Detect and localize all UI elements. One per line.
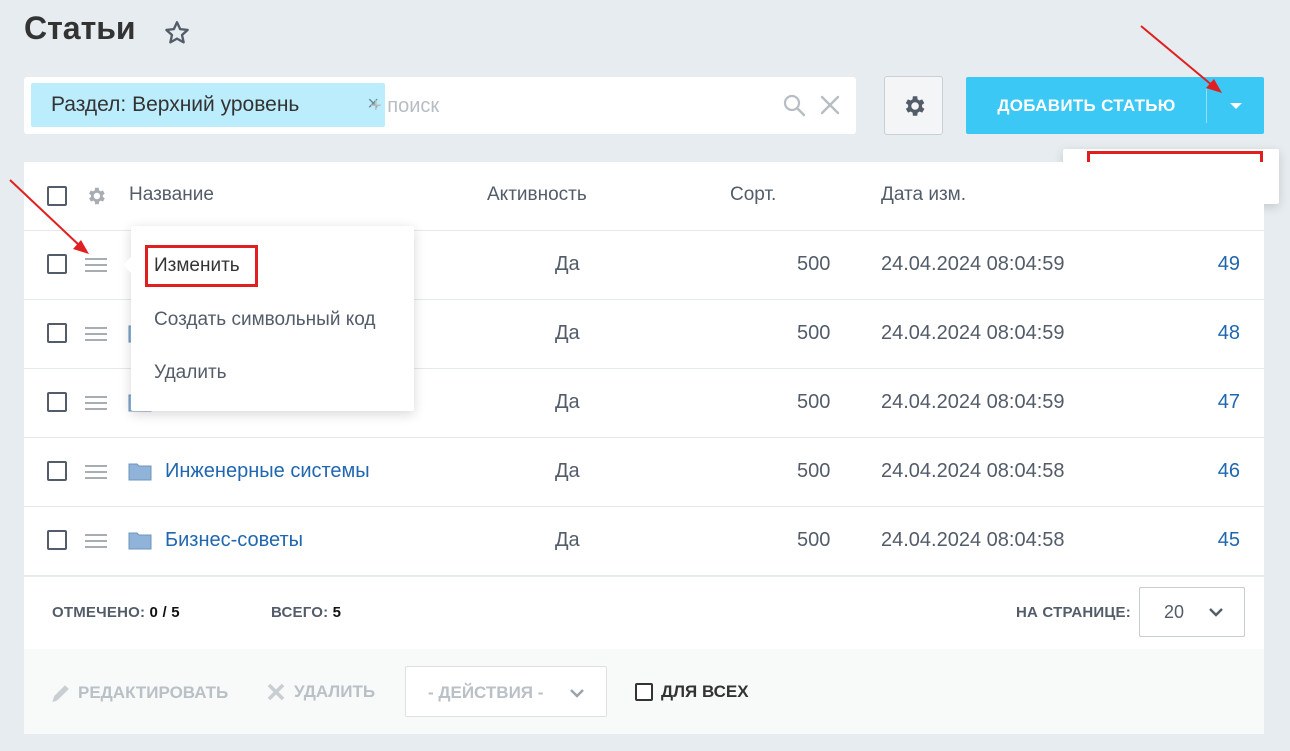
- row-checkbox[interactable]: [47, 461, 67, 481]
- context-menu-pointer: [123, 256, 132, 274]
- clear-icon[interactable]: [819, 94, 841, 116]
- actions-select-label: - ДЕЙСТВИЯ -: [428, 683, 544, 702]
- edit-action-button[interactable]: РЕДАКТИРОВАТЬ: [50, 682, 228, 704]
- row-menu-icon[interactable]: [85, 463, 107, 481]
- context-menu-delete[interactable]: Удалить: [154, 362, 227, 384]
- grid-header: Название Активность Сорт. Дата изм.: [24, 162, 1264, 231]
- row-menu-icon[interactable]: [85, 394, 107, 412]
- row-sort: 500: [797, 529, 831, 551]
- row-date: 24.04.2024 08:04:59: [881, 391, 1065, 413]
- row-id-link[interactable]: 48: [1218, 322, 1240, 345]
- per-page-select[interactable]: 20: [1139, 587, 1245, 637]
- add-article-label[interactable]: ДОБАВИТЬ СТАТЬЮ: [966, 77, 1207, 134]
- add-dropdown-toggle[interactable]: [1207, 77, 1264, 134]
- for-all-label: ДЛЯ ВСЕХ: [661, 682, 749, 701]
- total-label: ВСЕГО:: [271, 604, 329, 621]
- row-id-link[interactable]: 49: [1218, 253, 1240, 276]
- column-header-active[interactable]: Активность: [487, 184, 587, 206]
- filter-tag[interactable]: Раздел: Верхний уровень ×: [31, 83, 385, 127]
- filter-tag-label: Раздел: Верхний уровень: [51, 93, 300, 116]
- delete-action-button[interactable]: УДАЛИТЬ: [266, 682, 375, 702]
- delete-action-label: УДАЛИТЬ: [294, 682, 376, 701]
- row-name-link[interactable]: Бизнес-советы: [165, 529, 303, 552]
- action-bar: РЕДАКТИРОВАТЬ УДАЛИТЬ - ДЕЙСТВИЯ - ДЛЯ В…: [24, 649, 1264, 734]
- row-context-menu: Изменить Создать символьный код Удалить: [123, 226, 414, 411]
- folder-icon: [128, 532, 152, 550]
- row-active: Да: [555, 529, 580, 551]
- per-page-value: 20: [1164, 602, 1185, 622]
- row-date: 24.04.2024 08:04:58: [881, 529, 1065, 551]
- row-date: 24.04.2024 08:04:59: [881, 322, 1065, 344]
- row-menu-icon[interactable]: [85, 256, 107, 274]
- pencil-icon: [52, 685, 69, 702]
- row-active: Да: [555, 253, 580, 275]
- row-sort: 500: [797, 322, 831, 344]
- table-row[interactable]: Инженерные системы Да 500 24.04.2024 08:…: [24, 438, 1264, 507]
- settings-button[interactable]: [884, 76, 943, 135]
- total-counter: ВСЕГО: 5: [271, 604, 341, 621]
- grid-footer: ОТМЕЧЕНО: 0 / 5 ВСЕГО: 5 НА СТРАНИЦЕ: 20: [24, 577, 1264, 649]
- context-menu-create-code[interactable]: Создать символьный код: [154, 309, 375, 331]
- row-id-link[interactable]: 47: [1218, 391, 1240, 414]
- row-active: Да: [555, 391, 580, 413]
- row-menu-icon[interactable]: [85, 325, 107, 343]
- row-checkbox[interactable]: [47, 530, 67, 550]
- select-all-checkbox[interactable]: [47, 186, 67, 206]
- star-icon[interactable]: [163, 19, 191, 47]
- row-active: Да: [555, 322, 580, 344]
- row-sort: 500: [797, 460, 831, 482]
- row-sort: 500: [797, 391, 831, 413]
- filter-bar: Раздел: Верхний уровень ×: [24, 77, 856, 134]
- search-icon[interactable]: [782, 93, 806, 117]
- row-menu-icon[interactable]: [85, 532, 107, 550]
- row-active: Да: [555, 460, 580, 482]
- table-row[interactable]: Бизнес-советы Да 500 24.04.2024 08:04:58…: [24, 507, 1264, 576]
- page-title: Статьи: [24, 10, 136, 46]
- gear-icon: [905, 95, 924, 116]
- row-sort: 500: [797, 253, 831, 275]
- folder-icon: [128, 463, 152, 481]
- context-menu-edit[interactable]: Изменить: [145, 245, 258, 287]
- row-date: 24.04.2024 08:04:58: [881, 460, 1065, 482]
- row-checkbox[interactable]: [47, 323, 67, 343]
- per-page-label: НА СТРАНИЦЕ:: [1016, 604, 1131, 621]
- row-id-link[interactable]: 46: [1218, 460, 1240, 483]
- row-checkbox[interactable]: [47, 254, 67, 274]
- chevron-down-icon: [570, 689, 584, 698]
- caret-down-icon: [1229, 102, 1242, 109]
- column-header-date[interactable]: Дата изм.: [881, 184, 966, 206]
- row-id-link[interactable]: 45: [1218, 529, 1240, 552]
- column-settings-gear-icon[interactable]: [85, 185, 107, 207]
- add-article-button: ДОБАВИТЬ СТАТЬЮ: [966, 77, 1264, 134]
- actions-select[interactable]: - ДЕЙСТВИЯ -: [405, 666, 607, 717]
- checked-counter: ОТМЕЧЕНО: 0 / 5: [52, 604, 180, 621]
- column-header-sort[interactable]: Сорт.: [730, 184, 776, 206]
- row-checkbox[interactable]: [47, 392, 67, 412]
- row-date: 24.04.2024 08:04:59: [881, 253, 1065, 275]
- checked-value: 0 / 5: [149, 604, 180, 621]
- column-header-name[interactable]: Название: [129, 184, 214, 206]
- for-all-box[interactable]: [635, 683, 653, 701]
- edit-action-label: РЕДАКТИРОВАТЬ: [78, 683, 229, 702]
- total-value: 5: [332, 604, 342, 621]
- checked-label: ОТМЕЧЕНО:: [52, 604, 146, 621]
- close-icon: [267, 683, 285, 701]
- row-name-link[interactable]: Инженерные системы: [165, 460, 370, 483]
- for-all-checkbox[interactable]: ДЛЯ ВСЕХ: [635, 682, 749, 702]
- search-input[interactable]: [370, 89, 770, 123]
- chevron-down-icon: [1209, 608, 1223, 617]
